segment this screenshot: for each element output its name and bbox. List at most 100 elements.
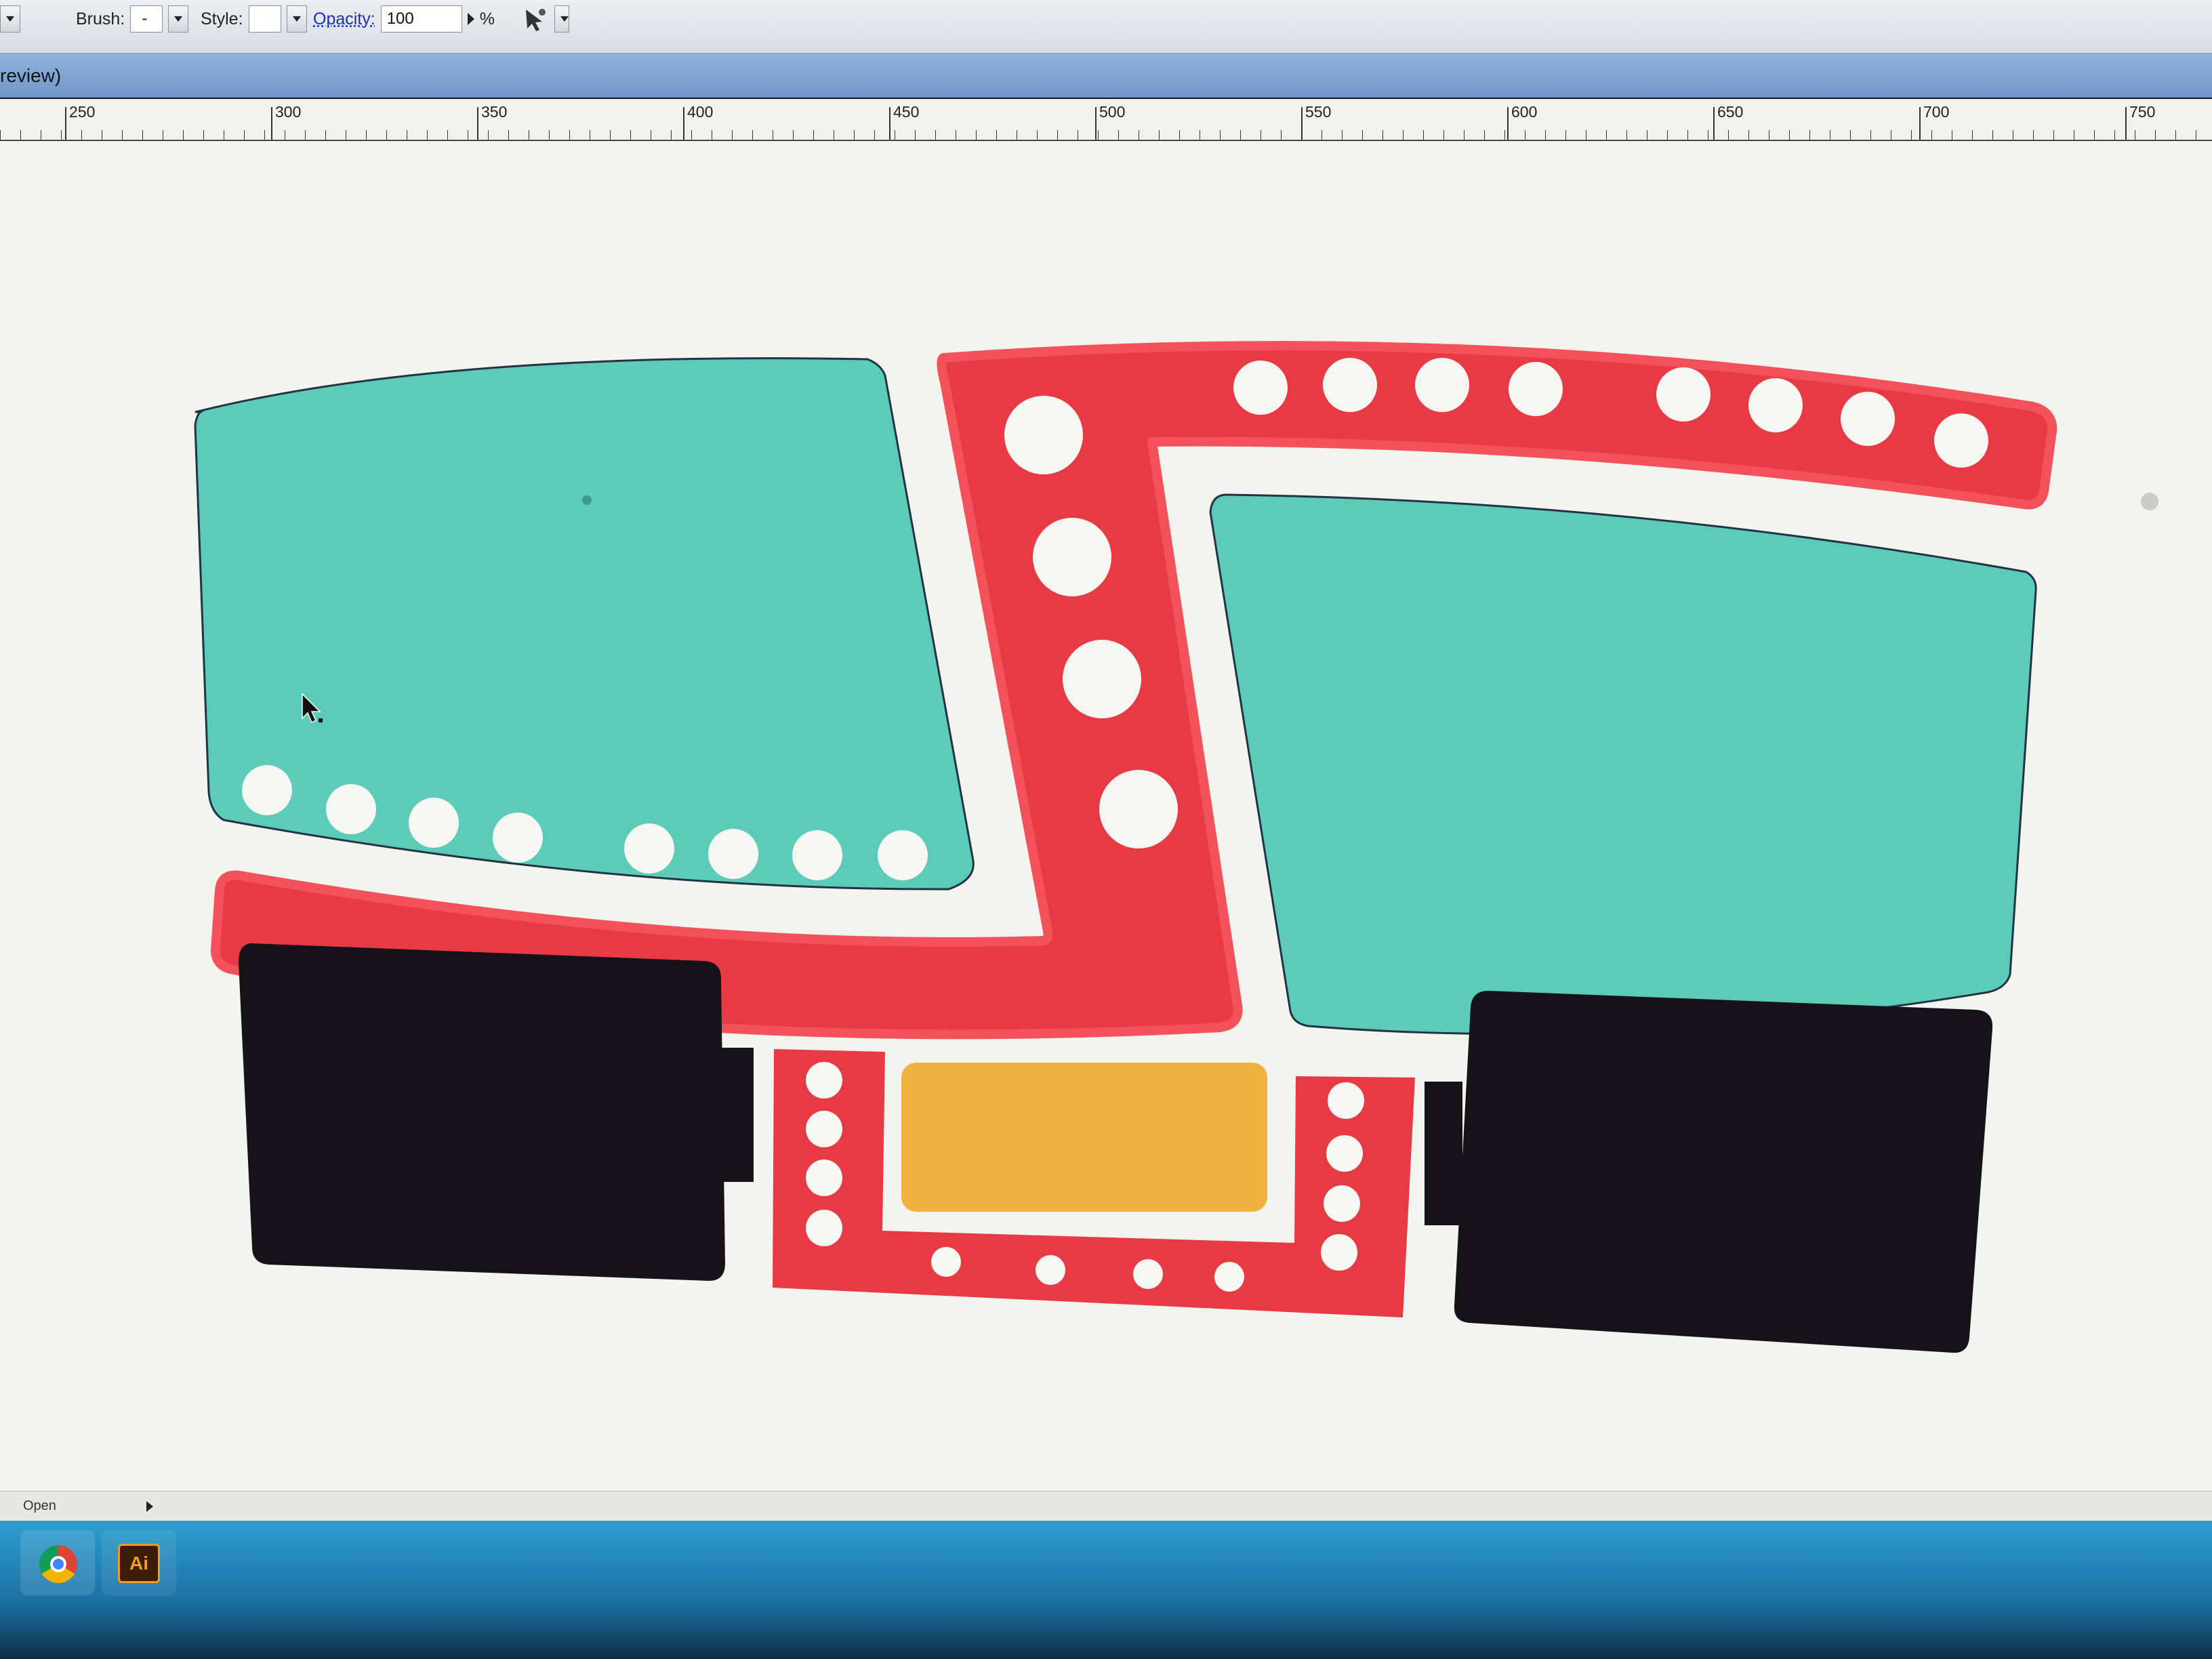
ruler-label: 500	[1099, 103, 1126, 121]
ruler-label: 350	[481, 103, 508, 121]
ruler-minor-tick	[1748, 130, 1749, 140]
ruler-minor-tick	[488, 130, 489, 140]
ruler-minor-tick	[447, 130, 448, 140]
taskbar-illustrator-button[interactable]: Ai	[102, 1530, 176, 1595]
ruler-minor-tick	[305, 130, 306, 140]
artwork[interactable]	[0, 141, 2212, 1491]
ruler-minor-tick	[1850, 130, 1851, 140]
ruler-minor-tick	[1931, 130, 1932, 140]
ruler-minor-tick	[2114, 130, 2115, 140]
ruler-label: 400	[687, 103, 714, 121]
ruler-minor-tick	[793, 130, 794, 140]
ruler-major-tick	[889, 107, 890, 140]
opacity-input[interactable]	[380, 5, 462, 33]
ruler-minor-tick	[1342, 130, 1343, 140]
ruler-minor-tick	[1911, 130, 1912, 140]
ruler-minor-tick	[1037, 130, 1038, 140]
status-text: Open	[23, 1498, 56, 1513]
ruler-minor-tick	[1504, 130, 1505, 140]
ruler-minor-tick	[2053, 130, 2054, 140]
ruler-minor-tick	[935, 130, 936, 140]
recolor-artwork-icon[interactable]	[522, 5, 549, 33]
ruler-minor-tick	[1159, 130, 1160, 140]
ruler-minor-tick	[1606, 130, 1607, 140]
yellow-panel[interactable]	[901, 1063, 1267, 1212]
black-block-right[interactable]	[1425, 991, 1993, 1353]
ruler-minor-tick	[549, 130, 550, 140]
ruler-minor-tick	[1220, 130, 1221, 140]
ruler-label: 550	[1305, 103, 1332, 121]
ruler-minor-tick	[2094, 130, 2095, 140]
ruler-minor-tick	[854, 130, 855, 140]
ruler-minor-tick	[1667, 130, 1668, 140]
teal-lens-right[interactable]	[1209, 493, 2037, 1035]
ruler-minor-tick	[2175, 130, 2176, 140]
style-picker[interactable]	[248, 5, 281, 33]
ruler-minor-tick	[325, 130, 326, 140]
ruler-minor-tick	[813, 130, 814, 140]
ruler-minor-tick	[142, 130, 143, 140]
ruler-minor-tick	[1789, 130, 1790, 140]
ruler-minor-tick	[1423, 130, 1424, 140]
tool-preset-dropdown-arrow[interactable]	[0, 5, 20, 33]
illustrator-icon: Ai	[118, 1544, 160, 1583]
ruler-minor-tick	[1281, 130, 1282, 140]
ruler-minor-tick	[2033, 130, 2034, 140]
ruler-label: 750	[2129, 103, 2156, 121]
ruler-minor-tick	[1057, 130, 1058, 140]
ruler-minor-tick	[691, 130, 692, 140]
ruler-label: 650	[1717, 103, 1744, 121]
ruler-minor-tick	[976, 130, 977, 140]
ruler-minor-tick	[1382, 130, 1383, 140]
opacity-increment-arrow[interactable]	[467, 13, 474, 25]
tool-preset-picker[interactable]	[0, 5, 20, 33]
horizontal-ruler[interactable]: 250 300 350 400 450 500 550 600 650 700 750	[0, 99, 2212, 140]
ruler-minor-tick	[1972, 130, 1973, 140]
ruler-minor-tick	[61, 130, 62, 140]
status-menu-arrow[interactable]	[146, 1501, 153, 1512]
ruler-minor-tick	[427, 130, 428, 140]
ruler-major-tick	[271, 107, 272, 140]
ruler-minor-tick	[2155, 130, 2156, 140]
ruler-minor-tick	[1240, 130, 1241, 140]
black-block-left[interactable]	[239, 943, 754, 1281]
chrome-icon	[39, 1545, 77, 1583]
brush-picker[interactable]: -	[130, 5, 163, 33]
ruler-label: 450	[893, 103, 920, 121]
taskbar-chrome-button[interactable]	[20, 1530, 95, 1595]
taskbar: Ai	[0, 1521, 2212, 1659]
recolor-dropdown-arrow[interactable]	[554, 5, 569, 33]
style-dropdown-arrow[interactable]	[286, 5, 307, 33]
red-u-frame[interactable]	[773, 1049, 1415, 1317]
ruler-minor-tick	[1992, 130, 1993, 140]
ruler-minor-tick	[1118, 130, 1119, 140]
ruler-minor-tick	[1443, 130, 1444, 140]
ruler-minor-tick	[671, 130, 672, 140]
document-tab[interactable]: review)	[0, 54, 2212, 98]
ruler-minor-tick	[630, 130, 631, 140]
brush-dropdown-arrow[interactable]	[168, 5, 189, 33]
canvas-marker	[2141, 493, 2158, 510]
ruler-minor-tick	[1809, 130, 1810, 140]
opacity-link[interactable]: Opacity:	[313, 9, 375, 29]
ruler-label: 700	[1923, 103, 1950, 121]
percent-label: %	[479, 9, 495, 28]
ruler-minor-tick	[1098, 130, 1099, 140]
ruler-minor-tick	[0, 130, 1, 140]
ruler-major-tick	[1095, 107, 1097, 140]
artboard-canvas[interactable]	[0, 141, 2212, 1491]
ruler-minor-tick	[244, 130, 245, 140]
ruler-label: 250	[69, 103, 96, 121]
ruler-minor-tick	[996, 130, 997, 140]
ruler-minor-tick	[183, 130, 184, 140]
ruler-minor-tick	[264, 130, 265, 140]
control-bar: Brush: - Style: Opacity: %	[0, 0, 2212, 54]
ruler-minor-tick	[1301, 130, 1302, 140]
ruler-minor-tick	[732, 130, 733, 140]
teal-lens-left[interactable]	[194, 357, 975, 890]
ruler-major-tick	[1713, 107, 1715, 140]
brush-label: Brush:	[76, 9, 125, 28]
style-label: Style:	[201, 9, 243, 28]
ruler-minor-tick	[1362, 130, 1363, 140]
ruler-minor-tick	[1179, 130, 1180, 140]
